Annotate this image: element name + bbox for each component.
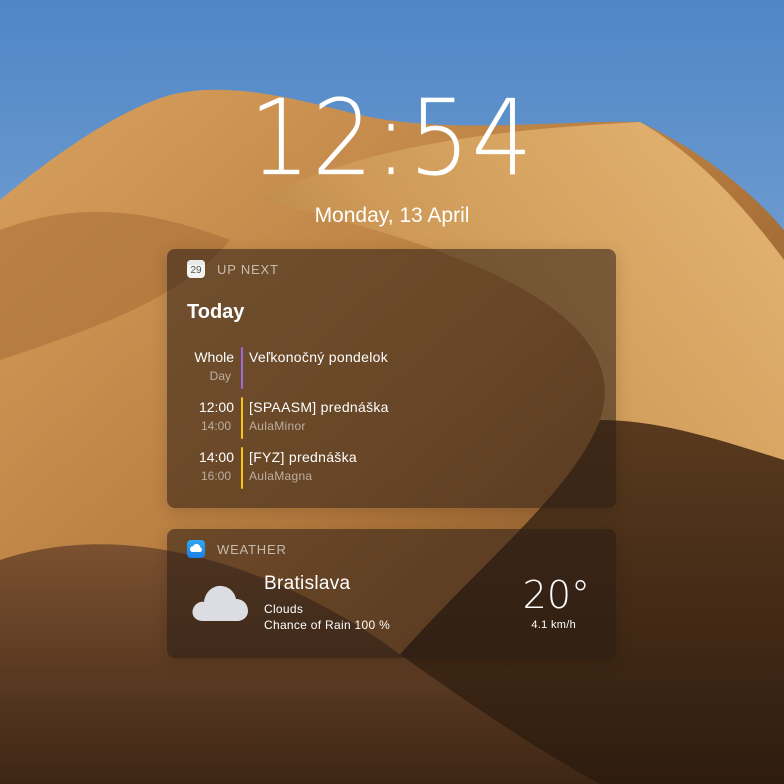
event-start: Whole	[194, 349, 234, 365]
weather-widget[interactable]: WEATHER Bratislava Clouds Chance of Rain…	[167, 529, 616, 658]
event-color-bar	[241, 397, 243, 439]
day-title: Today	[187, 301, 245, 323]
event-end: 14:00	[200, 419, 231, 433]
event-title: Veľkonočný pondelok	[249, 349, 388, 365]
event-item[interactable]: Whole Day Veľkonočný pondelok	[187, 347, 587, 391]
weather-app-icon	[187, 540, 205, 558]
event-end: 16:00	[200, 469, 231, 483]
calendar-widget[interactable]: 29 UP NEXT Today Whole Day Veľkonočný po…	[167, 249, 616, 508]
event-location: AulaMagna	[249, 469, 313, 483]
weather-rain-chance: Chance of Rain 100 %	[264, 618, 391, 632]
weather-city: Bratislava	[264, 573, 351, 594]
weather-widget-header: WEATHER	[187, 540, 287, 558]
event-end: Day	[209, 369, 231, 383]
event-item[interactable]: 12:00 14:00 [SPAASM] prednáška AulaMinor	[187, 397, 587, 441]
lockscreen-date: Monday, 13 April	[314, 204, 470, 227]
event-title: [FYZ] prednáška	[249, 449, 357, 465]
event-title: [SPAASM] prednáška	[249, 399, 389, 415]
weather-condition: Clouds	[264, 602, 304, 616]
weather-widget-title: WEATHER	[217, 541, 287, 557]
calendar-icon: 29	[187, 260, 205, 278]
calendar-widget-title: UP NEXT	[217, 261, 279, 277]
event-item[interactable]: 14:00 16:00 [FYZ] prednáška AulaMagna	[187, 447, 587, 491]
event-start: 14:00	[198, 449, 234, 465]
event-color-bar	[241, 347, 243, 389]
weather-wind: 4.1 km/h	[531, 619, 576, 631]
cloud-icon	[192, 585, 248, 621]
lockscreen-clock: 12:54	[249, 77, 535, 199]
event-color-bar	[241, 447, 243, 489]
event-start: 12:00	[198, 399, 234, 415]
event-location: AulaMinor	[249, 419, 306, 433]
weather-temperature: 20°	[522, 573, 590, 617]
calendar-widget-header: 29 UP NEXT	[187, 260, 279, 278]
